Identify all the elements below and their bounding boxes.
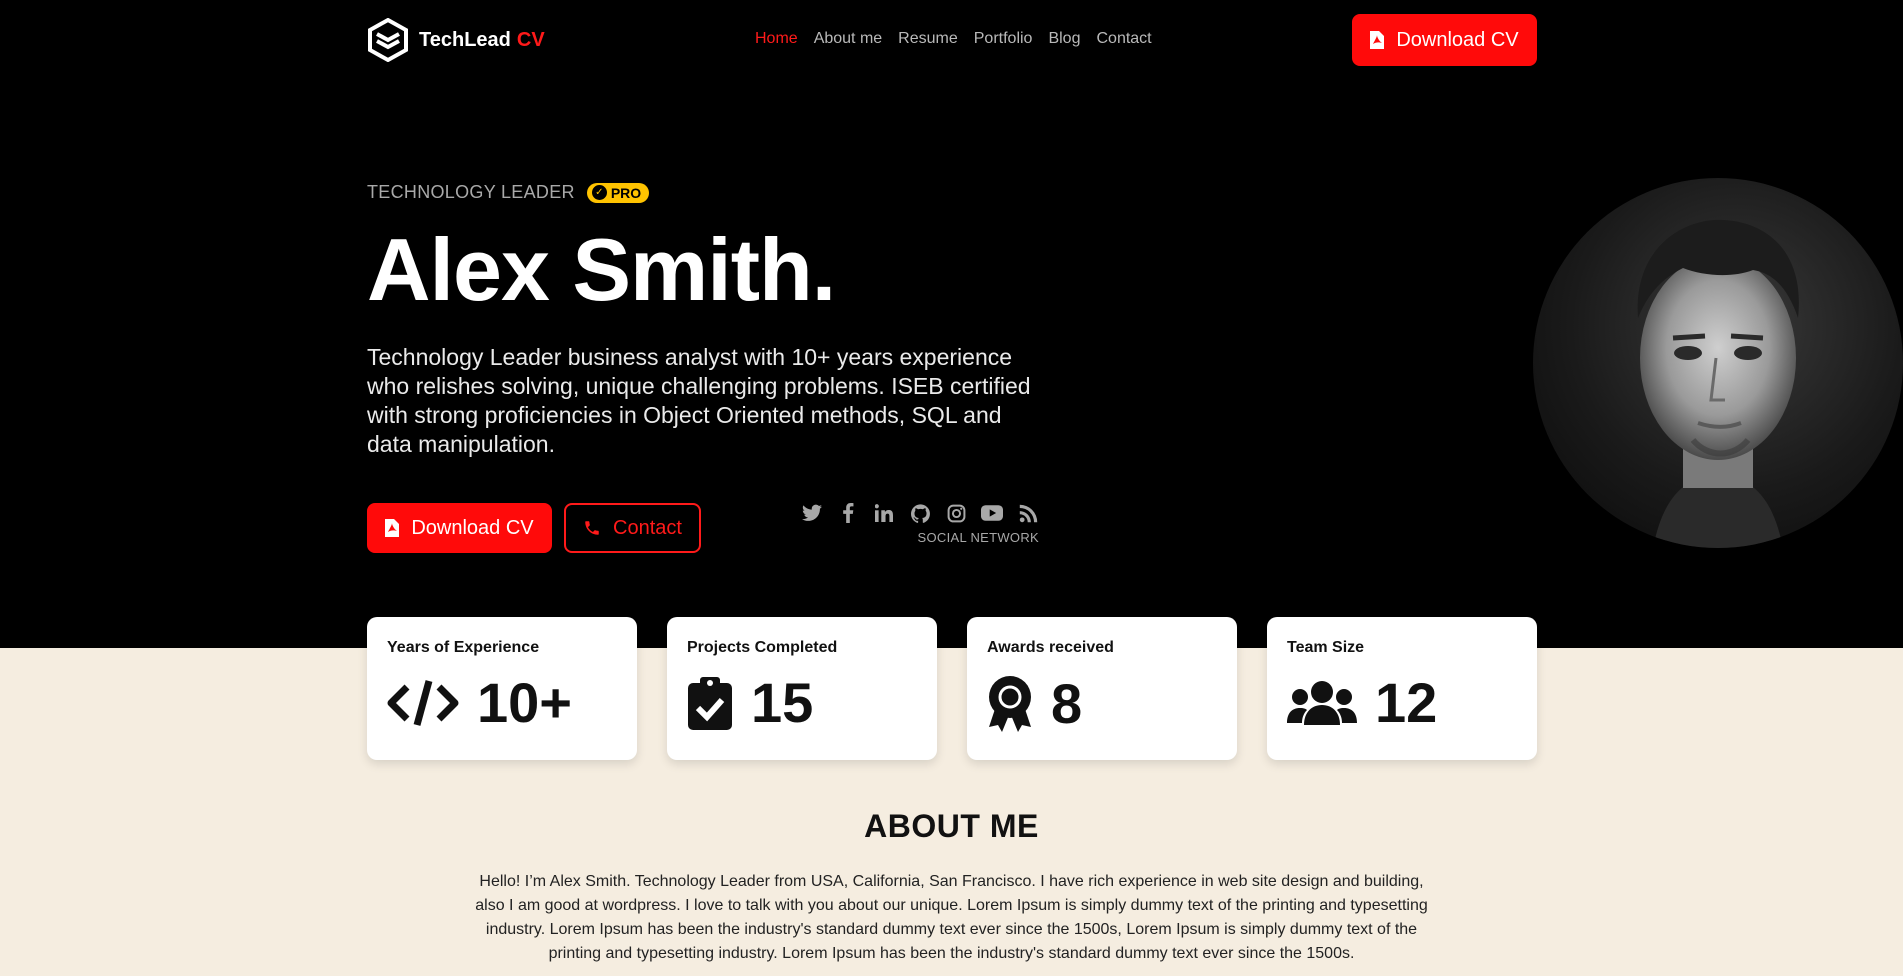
check-circle-icon: ✓ <box>591 185 607 200</box>
rss-icon[interactable] <box>1017 502 1039 524</box>
stat-card-experience: Years of Experience 10+ <box>367 617 637 760</box>
clipboard-check-icon <box>688 677 732 730</box>
hero-content: TECHNOLOGY LEADER ✓ PRO Alex Smith. Tech… <box>367 0 1903 648</box>
stat-title: Projects Completed <box>687 639 838 656</box>
hero-eyebrow: TECHNOLOGY LEADER ✓ PRO <box>367 182 650 203</box>
profile-photo <box>1533 178 1903 548</box>
stat-title: Team Size <box>1287 639 1365 656</box>
hero-download-cv-button[interactable]: Download CV <box>367 503 552 553</box>
youtube-icon[interactable] <box>981 502 1003 524</box>
about-text: Hello! I’m Alex Smith. Technology Leader… <box>475 873 1428 962</box>
portrait-image <box>1637 219 1799 548</box>
phone-icon <box>585 521 599 535</box>
hero-contact-label: Contact <box>613 516 682 539</box>
stat-card-team: Team Size 12 <box>1267 617 1537 760</box>
github-icon[interactable] <box>909 502 931 524</box>
stat-title: Awards received <box>987 639 1114 656</box>
hero-download-label: Download CV <box>411 516 534 539</box>
instagram-icon[interactable] <box>945 502 967 524</box>
role-label: TECHNOLOGY LEADER <box>367 182 575 202</box>
stat-title: Years of Experience <box>387 639 540 656</box>
stat-card-awards: Awards received 8 <box>967 617 1237 760</box>
stat-value: 10+ <box>477 671 572 734</box>
social-network: SOCIAL NETWORK <box>777 502 1039 545</box>
hero-contact-button[interactable]: Contact <box>564 503 701 553</box>
pro-badge: ✓ PRO <box>586 182 650 203</box>
code-icon <box>387 680 459 726</box>
hero-bio: Technology Leader business analyst with … <box>367 344 1031 457</box>
pdf-file-icon <box>385 519 400 537</box>
stat-card-projects: Projects Completed 15 <box>667 617 937 760</box>
social-network-label: SOCIAL NETWORK <box>917 530 1039 545</box>
hero-actions: Download CV Contact <box>367 503 701 553</box>
pro-badge-label: PRO <box>610 184 642 201</box>
stat-value: 15 <box>751 671 814 734</box>
twitter-icon[interactable] <box>801 502 823 524</box>
about-title: ABOUT ME <box>864 808 1039 844</box>
linkedin-icon[interactable] <box>873 502 895 524</box>
stat-value: 12 <box>1375 671 1438 734</box>
stat-value: 8 <box>1051 672 1083 735</box>
hero-name: Alex Smith. <box>367 220 836 319</box>
users-icon <box>1287 681 1357 725</box>
stats-row: Years of Experience 10+ Projects Complet… <box>367 617 1537 760</box>
award-icon <box>989 676 1031 732</box>
facebook-icon[interactable] <box>837 502 859 524</box>
